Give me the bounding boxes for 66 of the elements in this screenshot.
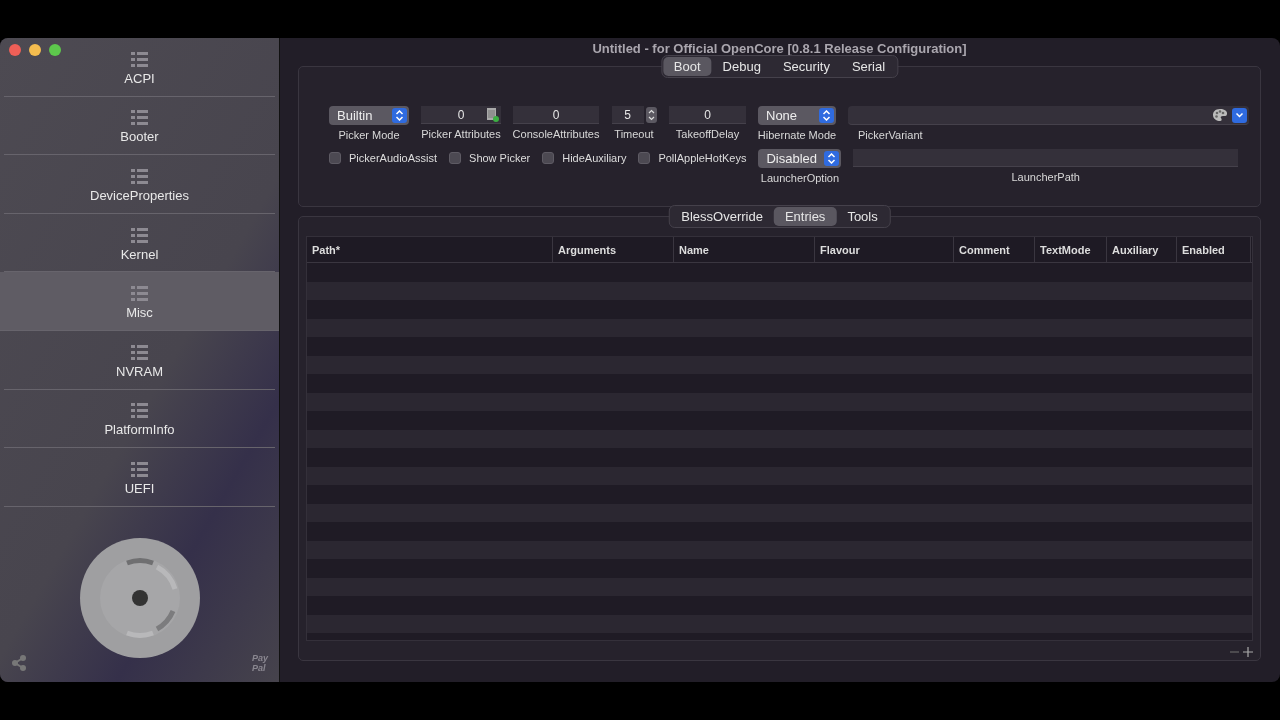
field-label: Timeout (614, 128, 654, 140)
tab[interactable]: Serial (840, 57, 897, 76)
field-label: LauncherPath (1011, 171, 1080, 183)
tab[interactable]: BlessOverride (670, 207, 774, 226)
list-icon (131, 51, 148, 67)
column-header[interactable]: Arguments (553, 237, 674, 262)
sidebar-item[interactable]: ACPI (4, 38, 275, 97)
checkbox[interactable] (329, 152, 341, 164)
list-icon (131, 110, 148, 126)
field-label: Hibernate Mode (757, 129, 837, 141)
column-header[interactable]: Name (674, 237, 815, 262)
list-icon (131, 461, 148, 477)
tab[interactable]: Boot (662, 57, 712, 76)
checkbox[interactable] (542, 152, 555, 164)
combo-field[interactable] (848, 106, 1249, 125)
list-icon (131, 286, 148, 302)
checkbox[interactable] (449, 152, 462, 164)
checkbox-label: HideAuxiliary (562, 152, 627, 164)
list-icon (131, 344, 148, 360)
field-label: ConsoleAttributes (512, 128, 600, 140)
sidebar-item[interactable]: PlatformInfo (4, 389, 275, 449)
number-field[interactable]: 0 (421, 106, 501, 124)
sidebar-item[interactable]: NVRAM (4, 330, 275, 390)
palette-icon[interactable] (1212, 108, 1228, 122)
checkbox[interactable] (638, 152, 651, 164)
sidebar-item[interactable]: Misc (0, 272, 279, 331)
column-header[interactable]: Enabled (1177, 237, 1251, 262)
list-icon (131, 403, 148, 419)
column-header[interactable]: Flavour (815, 237, 954, 262)
stepper-arrows-icon (824, 151, 840, 166)
field-label: PickerVariant (857, 129, 923, 141)
share-icon[interactable] (10, 654, 28, 672)
checkbox-label: Show Picker (469, 152, 531, 164)
column-header[interactable]: Path* (307, 237, 553, 262)
number-field[interactable]: 0 (669, 106, 746, 124)
popup-button[interactable]: None (758, 106, 836, 125)
field-label: TakeoffDelay (675, 128, 740, 140)
checkbox-label: PollAppleHotKeys (658, 152, 747, 164)
sidebar-item[interactable]: DeviceProperties (4, 155, 275, 214)
add-remove-icon[interactable] (1229, 646, 1255, 658)
checkbox-label: PickerAudioAssist (349, 152, 438, 164)
popup-button[interactable]: Disabled (758, 149, 842, 168)
stepper-icon[interactable] (645, 107, 657, 123)
list-add-icon[interactable] (486, 108, 499, 122)
stepper-arrows-icon (819, 108, 834, 123)
tab[interactable]: Security (771, 57, 841, 76)
list-icon (131, 169, 148, 184)
popup-button[interactable]: Builtin (329, 106, 409, 125)
sidebar-item[interactable]: Booter (4, 96, 275, 156)
field-label: Picker Mode (338, 129, 400, 141)
tab[interactable]: Debug (711, 57, 772, 76)
column-header[interactable]: Comment (954, 237, 1035, 262)
stepper-arrows-icon (392, 108, 407, 123)
field-label: LauncherOption (760, 172, 840, 184)
tab[interactable]: Entries (773, 207, 837, 226)
path-field[interactable] (853, 149, 1238, 167)
number-field[interactable]: 5 (611, 106, 644, 124)
field-label: Picker Attributes (421, 128, 501, 140)
window-title: Untitled - for Official OpenCore [0.8.1 Release Configuration] (591, 40, 968, 58)
number-field[interactable]: 0 (513, 106, 599, 124)
column-header[interactable]: Auxiliary (1107, 237, 1177, 262)
column-header[interactable]: TextMode (1035, 237, 1107, 262)
sidebar-item[interactable]: UEFI (4, 448, 275, 507)
dropdown-icon[interactable] (1232, 107, 1247, 123)
tab[interactable]: Tools (836, 207, 889, 226)
list-icon (131, 227, 148, 243)
